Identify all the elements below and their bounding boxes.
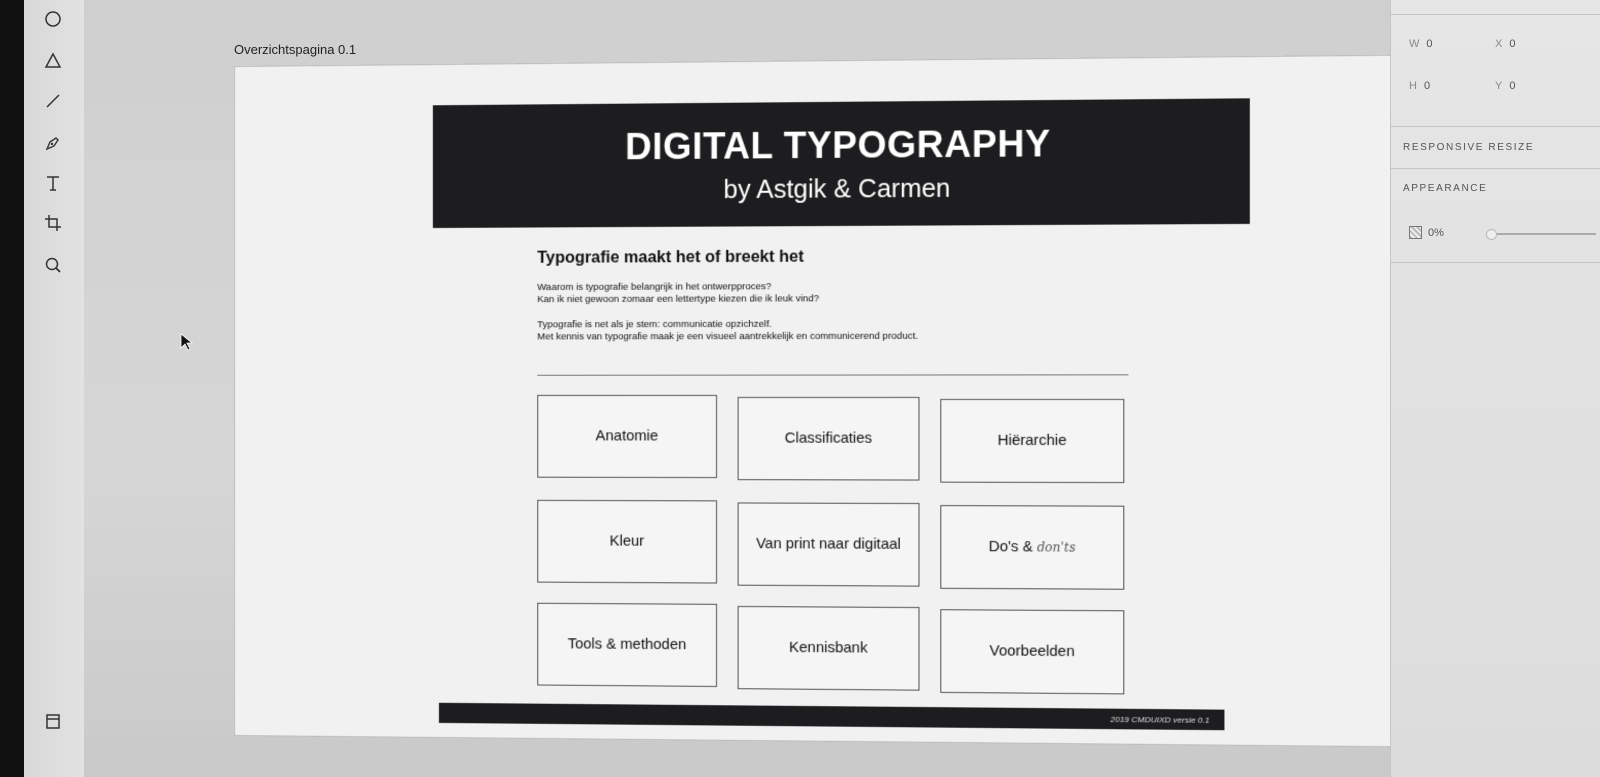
screen-bezel xyxy=(0,0,24,777)
pen-icon xyxy=(45,137,59,151)
opacity-slider[interactable] xyxy=(1486,233,1596,235)
opacity-value: 0% xyxy=(1428,226,1444,239)
hero-banner: DIGITAL TYPOGRAPHY by Astgik & Carmen xyxy=(432,98,1250,229)
inspector-panel: W0 X0 H0 Y0 RESPONSIVE RESIZE APPEARANCE… xyxy=(1390,0,1600,777)
text-icon xyxy=(47,176,59,191)
panel-divider xyxy=(1391,126,1600,127)
tool-bar xyxy=(24,0,85,777)
footer-bar: 2019 CMDUIXD versie 0.1 xyxy=(438,702,1225,731)
panel-divider xyxy=(1391,262,1600,263)
pen-tool[interactable] xyxy=(38,128,68,158)
opacity-icon xyxy=(1409,226,1422,239)
ellipse-tool[interactable] xyxy=(38,4,68,34)
zoom-tool[interactable] xyxy=(38,250,68,280)
tile-label: Voorbeelden xyxy=(989,643,1075,661)
tile-dos-donts[interactable]: Do's & don'ts xyxy=(940,505,1125,590)
hero-subtitle: by Astgik & Carmen xyxy=(723,174,951,205)
tile-kleur[interactable]: Kleur xyxy=(537,499,718,584)
x-field[interactable]: X0 xyxy=(1495,38,1516,50)
tile-label: Van print naar digitaal xyxy=(756,536,901,553)
footer-text: 2019 CMDUIXD versie 0.1 xyxy=(1110,714,1210,725)
artboard[interactable]: DIGITAL TYPOGRAPHY by Astgik & Carmen Ty… xyxy=(234,53,1489,749)
cursor-icon xyxy=(180,333,194,351)
plugins-button[interactable] xyxy=(38,706,68,736)
section-divider xyxy=(537,374,1129,376)
opacity-field[interactable]: 0% xyxy=(1409,226,1444,239)
tile-label: Kennisbank xyxy=(789,639,868,657)
height-field[interactable]: H0 xyxy=(1409,80,1431,92)
intro-heading: Typografie maakt het of breekt het xyxy=(537,248,804,267)
tile-label: Tools & methoden xyxy=(567,636,687,654)
height-value: 0 xyxy=(1423,80,1432,92)
appearance-heading: APPEARANCE xyxy=(1403,183,1488,194)
tile-label: Hiërarchie xyxy=(997,432,1067,450)
x-label: X xyxy=(1495,38,1504,50)
tile-label: Anatomie xyxy=(595,428,659,445)
text-tool[interactable] xyxy=(38,168,68,198)
tile-anatomie[interactable]: Anatomie xyxy=(537,394,718,479)
ellipse-icon xyxy=(45,11,61,27)
tile-kennisbank[interactable]: Kennisbank xyxy=(737,605,920,691)
height-label: H xyxy=(1409,80,1418,92)
width-label: W xyxy=(1409,38,1421,50)
artboard-icon xyxy=(45,215,61,231)
tile-label: Kleur xyxy=(609,533,645,550)
panel-divider xyxy=(1391,168,1600,169)
tile-label: Classificaties xyxy=(784,430,873,447)
tile-voorbeelden[interactable]: Voorbeelden xyxy=(940,609,1125,695)
panel-icon xyxy=(46,714,60,729)
polygon-tool[interactable] xyxy=(38,46,68,76)
tile-classificaties[interactable]: Classificaties xyxy=(737,396,920,481)
tile-tools-methoden[interactable]: Tools & methoden xyxy=(537,602,718,687)
magnifier-icon xyxy=(45,257,61,273)
triangle-icon xyxy=(44,52,62,68)
intro-line-4: Met kennis van typografie maak je een vi… xyxy=(537,330,919,343)
artboard-label[interactable]: Overzichtspagina 0.1 xyxy=(234,42,356,57)
tile-label: Do's & xyxy=(988,538,1033,556)
tile-van-print-naar-digitaal[interactable]: Van print naar digitaal xyxy=(737,502,920,587)
canvas-area[interactable]: Overzichtspagina 0.1 DIGITAL TYPOGRAPHY … xyxy=(84,0,1489,777)
y-value: 0 xyxy=(1509,80,1517,92)
width-field[interactable]: W0 xyxy=(1409,38,1434,50)
width-value: 0 xyxy=(1426,38,1434,50)
artboard-tool[interactable] xyxy=(38,208,68,238)
opacity-slider-handle[interactable] xyxy=(1486,229,1497,240)
tile-label-script: don'ts xyxy=(1036,540,1076,555)
line-icon xyxy=(46,94,60,108)
responsive-resize-toggle[interactable]: RESPONSIVE RESIZE xyxy=(1403,142,1534,153)
x-value: 0 xyxy=(1509,38,1517,50)
tile-hierarchie[interactable]: Hiërarchie xyxy=(940,398,1125,484)
line-tool[interactable] xyxy=(38,86,68,116)
intro-section: Typografie maakt het of breekt het Waaro… xyxy=(537,247,1158,344)
y-field[interactable]: Y0 xyxy=(1495,80,1516,92)
y-label: Y xyxy=(1495,80,1504,92)
hero-title: DIGITAL TYPOGRAPHY xyxy=(625,122,1051,168)
panel-divider xyxy=(1391,14,1600,15)
